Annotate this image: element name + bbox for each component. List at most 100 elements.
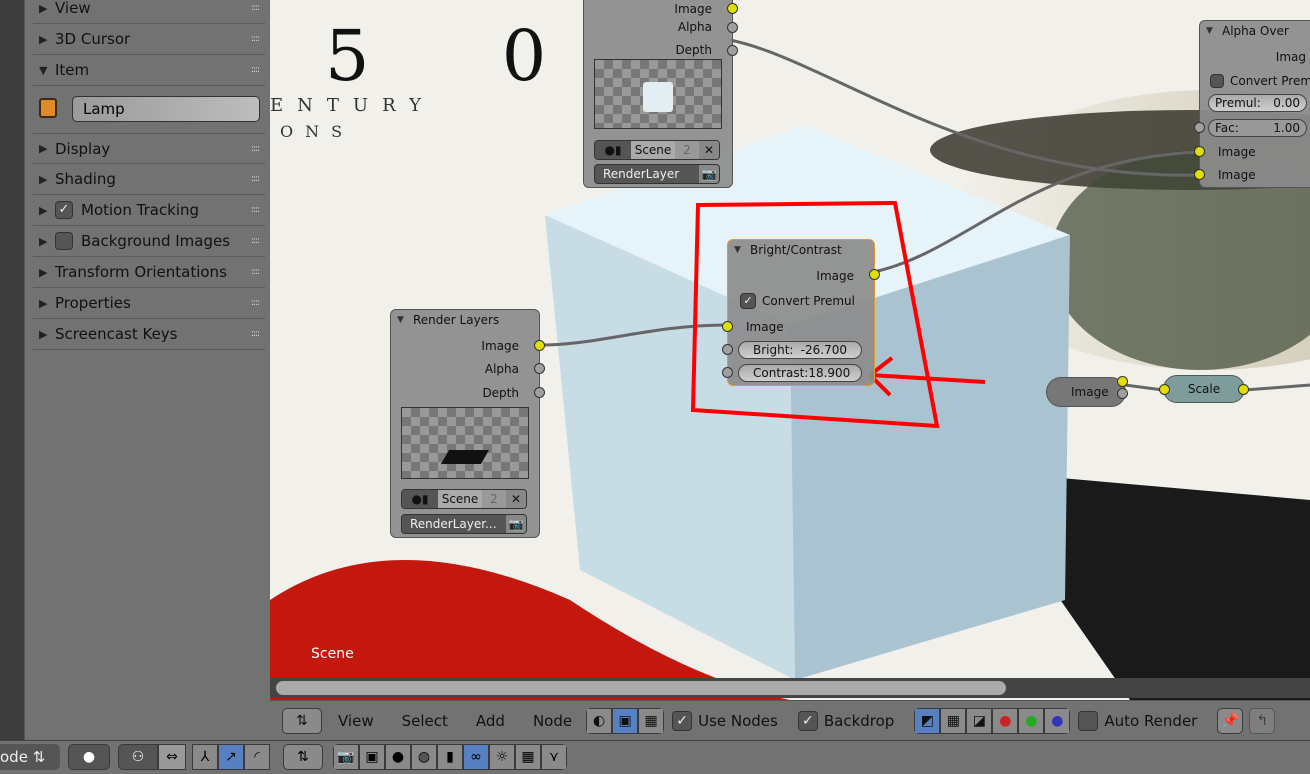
item-name-field[interactable]: Lamp [72, 96, 260, 122]
constraints-link-icon[interactable]: ∞ [463, 744, 489, 770]
close-icon[interactable]: ✕ [506, 490, 526, 508]
premul-field[interactable]: Premul: 0.00 [1208, 94, 1307, 112]
scene-icon[interactable]: ●▮ [595, 141, 631, 159]
grip-icon[interactable]: :::: [251, 34, 260, 44]
backdrop-alpha-icon[interactable]: ◪ [966, 707, 993, 734]
compositing-nodes-icon[interactable]: ▣ [612, 707, 639, 734]
render-layers-icon[interactable]: ▣ [359, 744, 385, 770]
panel-motion-tracking[interactable]: ▶ ✓ Motion Tracking:::: [33, 195, 265, 226]
manipulator-icon[interactable]: ⅄ [192, 744, 218, 770]
grip-icon[interactable]: :::: [251, 65, 260, 75]
panel-transform-orientations[interactable]: ▶ Transform Orientations:::: [33, 257, 265, 288]
mode-selector[interactable]: ode ⇅ [0, 744, 60, 770]
horizontal-scrollbar[interactable] [276, 681, 1006, 695]
scale-node-collapsed[interactable]: Scale [1159, 375, 1249, 403]
use-nodes-checkbox[interactable]: ✓ [672, 710, 693, 731]
backdrop-color-icon[interactable]: ▦ [940, 707, 967, 734]
image-output-socket[interactable] [869, 269, 880, 280]
node-title[interactable]: Render Layers [391, 310, 539, 330]
scene-icon[interactable]: ●▮ [402, 490, 438, 508]
grip-icon[interactable]: :::: [251, 329, 260, 339]
bright-field[interactable]: Bright: -26.700 [738, 341, 862, 359]
blue-channel-icon[interactable]: ● [1044, 707, 1071, 734]
depth-socket[interactable] [534, 387, 545, 398]
grip-icon[interactable]: :::: [251, 267, 260, 277]
convert-premul-checkbox[interactable]: ✓ Convert Premul [740, 293, 855, 309]
grip-icon[interactable]: :::: [251, 205, 260, 215]
depth-socket[interactable] [727, 45, 738, 56]
contrast-field[interactable]: Contrast: 18.900 [738, 364, 862, 382]
node-title[interactable]: Alpha Over [1200, 21, 1310, 41]
render-layers-node-top[interactable]: Image Alpha Depth ●▮ Scene 2 ✕ RenderLayer 📷 [583, 0, 738, 188]
panel-3d-cursor[interactable]: ▶ 3D Cursor:::: [33, 24, 265, 55]
alpha-socket[interactable] [534, 363, 545, 374]
grip-icon[interactable]: :::: [251, 3, 260, 13]
pin-icon[interactable]: 📌 [1217, 707, 1244, 734]
particles-icon[interactable]: ⋎ [541, 744, 567, 770]
shader-nodes-icon[interactable]: ◐ [586, 707, 613, 734]
manipulate-center-icon[interactable]: ⇔ [158, 744, 186, 770]
node-title[interactable]: Bright/Contrast [728, 240, 874, 260]
image-input-socket[interactable] [1194, 146, 1205, 157]
scene-icon[interactable]: ● [385, 744, 411, 770]
panel-properties[interactable]: ▶ Properties:::: [33, 288, 265, 319]
panel-display[interactable]: ▶ Display:::: [33, 133, 265, 164]
texture-icon[interactable]: ▦ [515, 744, 541, 770]
grip-icon[interactable]: :::: [251, 236, 260, 246]
scene-name[interactable]: Scene [438, 490, 482, 508]
alpha-socket[interactable] [727, 22, 738, 33]
checkbox-icon[interactable]: ✓ [740, 293, 756, 309]
panel-screencast-keys[interactable]: ▶ Screencast Keys:::: [33, 319, 265, 350]
checkbox-icon[interactable] [1210, 74, 1224, 88]
render-layers-node[interactable]: Render Layers Image Alpha Depth ●▮Scene2… [390, 309, 545, 538]
layer-name[interactable]: RenderLayer [595, 165, 699, 183]
auto-render-checkbox[interactable] [1078, 710, 1099, 731]
output-socket[interactable] [1238, 384, 1249, 395]
image-input-socket[interactable] [1194, 169, 1205, 180]
render-layer-selector[interactable]: RenderLayer 📷 [594, 164, 720, 184]
backdrop-checkbox[interactable]: ✓ [797, 710, 818, 731]
panel-background-images[interactable]: ▶ Background Images:::: [33, 226, 265, 257]
panel-item[interactable]: ▼ Item:::: [33, 55, 265, 86]
render-camera-icon[interactable]: 📷 [506, 515, 526, 533]
parent-tree-icon[interactable]: ↰ [1249, 707, 1276, 734]
fac-field[interactable]: Fac: 1.00 [1208, 119, 1307, 137]
image-node-collapsed[interactable]: Image [1046, 376, 1128, 407]
node-editor[interactable]: 5 0 ENTURY ONS Scene Image Alpha Depth ●… [270, 0, 1310, 700]
pivot-point-button[interactable]: ⚇ [118, 744, 158, 770]
fac-socket[interactable] [1194, 122, 1205, 133]
scene-selector[interactable]: ●▮ Scene 2 ✕ [594, 140, 720, 160]
contrast-socket[interactable] [722, 367, 733, 378]
alpha-over-node[interactable]: Alpha Over Imag Convert Prem Premul: 0.00… [1194, 20, 1310, 188]
convert-premul-checkbox[interactable]: Convert Prem [1210, 74, 1310, 88]
object-icon[interactable]: ▮ [437, 744, 463, 770]
editor-type-button[interactable]: ⇅ [282, 707, 322, 734]
translate-icon[interactable]: ↗ [218, 744, 244, 770]
green-channel-icon[interactable]: ● [1018, 707, 1045, 734]
scene-selector[interactable]: ●▮ Scene 2 ✕ [401, 489, 527, 509]
panel-shading[interactable]: ▶ Shading:::: [33, 164, 265, 195]
rotate-icon[interactable]: ◜ [244, 744, 270, 770]
image-socket[interactable] [727, 3, 738, 14]
menu-add[interactable]: Add [476, 712, 505, 730]
world-icon[interactable]: ◍ [411, 744, 437, 770]
grip-icon[interactable]: :::: [251, 298, 260, 308]
close-icon[interactable]: ✕ [699, 141, 719, 159]
alpha-socket[interactable] [1117, 388, 1128, 399]
image-socket[interactable] [534, 340, 545, 351]
menu-view[interactable]: View [338, 712, 374, 730]
render-layer-selector[interactable]: RenderLayer... 📷 [401, 514, 527, 534]
texture-nodes-icon[interactable]: ▦ [638, 707, 665, 734]
bright-socket[interactable] [722, 344, 733, 355]
bright-contrast-node[interactable]: Bright/Contrast Image ✓ Convert Premul Im… [722, 239, 880, 386]
lamp-data-icon[interactable]: ☼ [489, 744, 515, 770]
red-channel-icon[interactable]: ● [992, 707, 1019, 734]
image-socket[interactable] [1117, 376, 1128, 387]
scene-name[interactable]: Scene [631, 141, 675, 159]
menu-select[interactable]: Select [402, 712, 448, 730]
viewport-shading-button[interactable]: ● [68, 744, 110, 770]
motion-tracking-checkbox[interactable]: ✓ [55, 201, 73, 219]
input-socket[interactable] [1159, 384, 1170, 395]
grip-icon[interactable]: :::: [251, 144, 260, 154]
background-images-checkbox[interactable] [55, 232, 73, 250]
